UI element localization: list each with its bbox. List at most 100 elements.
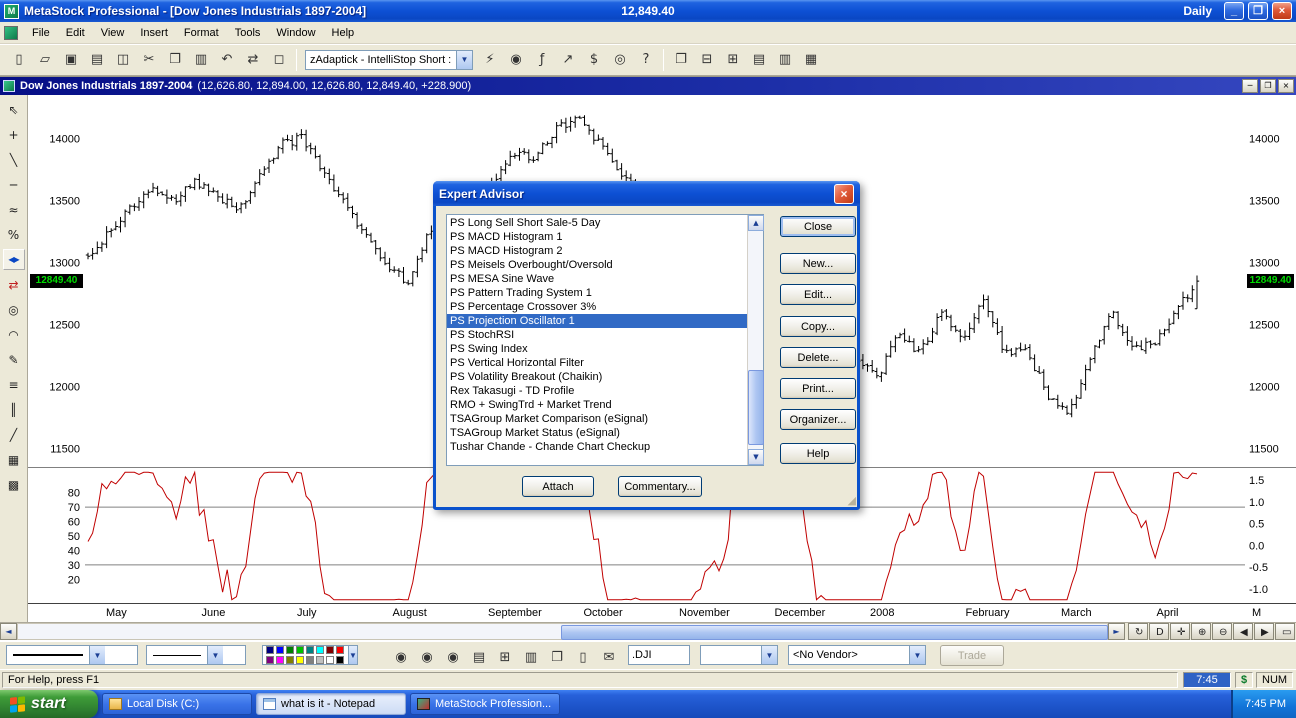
menu-item[interactable]: Window [268,24,323,42]
tile-vertical-icon[interactable]: ⊞ [721,48,745,72]
copy-icon[interactable]: ❐ [163,48,187,72]
arc-tool[interactable]: ◠ [3,324,25,345]
mail-icon[interactable]: ✉ [597,645,621,669]
chevron-down-icon[interactable]: ▼ [207,646,223,664]
downloader-icon[interactable]: $ [582,48,606,72]
report-icon[interactable]: ▤ [467,645,491,669]
pages-icon[interactable]: ❐ [545,645,569,669]
cascade-windows-icon[interactable]: ❐ [669,48,693,72]
expert-list-item[interactable]: PS MACD Histogram 2 [447,244,747,258]
new-button[interactable]: New... [780,253,856,274]
dialog-titlebar[interactable]: Expert Advisor × [433,181,860,206]
scroll-left-icon[interactable]: ◀ [1233,623,1253,640]
save-icon[interactable]: ▣ [59,48,83,72]
edit-button[interactable]: Edit... [780,284,856,305]
ellipse-tool[interactable]: ◎ [3,299,25,320]
hscrollbar-thumb[interactable] [561,625,1108,640]
scroll-arrows-tool[interactable]: ◀▶ [3,249,25,270]
color-swatch[interactable] [306,646,314,654]
expert-list-item[interactable]: TSAGroup Market Status (eSignal) [447,426,747,440]
pencil-tool[interactable]: ✎ [3,349,25,370]
pattern-tool[interactable]: ▩ [3,474,25,495]
menu-item[interactable]: View [93,24,133,42]
speed-lines-tool[interactable]: ╱ [3,424,25,445]
expert-list-item[interactable]: PS Swing Index [447,342,747,356]
close-dialog-button[interactable]: Close [780,216,856,237]
help-button[interactable]: Help [780,443,856,464]
expert-list-item[interactable]: PS Meisels Overbought/Oversold [447,258,747,272]
color-swatch[interactable] [266,646,274,654]
organizer-button[interactable]: Organizer... [780,409,856,430]
expert-list-item[interactable]: PS Vertical Horizontal Filter [447,356,747,370]
chart-restore-button[interactable]: ❐ [1260,79,1276,93]
delete-button[interactable]: Delete... [780,347,856,368]
start-button[interactable]: start [0,690,98,718]
color-swatch[interactable] [336,656,344,664]
layout-icon[interactable]: ▦ [799,48,823,72]
chevron-down-icon[interactable]: ▼ [348,646,357,664]
chart-titlebar[interactable]: Dow Jones Industrials 1897-2004 (12,626.… [0,77,1296,95]
pointer-tool[interactable]: ⇖ [3,99,25,120]
color-picker-combo[interactable]: ▼ [262,645,358,665]
expert-list-item[interactable]: PS StochRSI [447,328,747,342]
menu-item[interactable]: Edit [58,24,93,42]
menu-item[interactable]: Format [176,24,227,42]
undo-icon[interactable]: ↶ [215,48,239,72]
chevron-down-icon[interactable]: ▼ [456,51,472,69]
taskbar-task-local-disk[interactable]: Local Disk (C:) [102,693,252,715]
menu-item[interactable]: Tools [227,24,269,42]
web-news-icon[interactable]: ◉ [415,645,439,669]
list-scrollbar-thumb[interactable] [748,370,764,445]
chevron-down-icon[interactable]: ▼ [761,646,777,664]
menu-item[interactable]: File [24,24,58,42]
chevron-down-icon[interactable]: ▼ [89,646,105,664]
color-swatch[interactable] [276,646,284,654]
explorer-icon[interactable]: ◎ [608,48,632,72]
print-icon[interactable]: ▤ [85,48,109,72]
minimize-button[interactable]: _ [1224,2,1244,20]
magnifier-icon[interactable]: ◉ [504,48,528,72]
trade-button[interactable]: Trade [940,645,1004,666]
app-titlebar[interactable]: M MetaStock Professional - [Dow Jones In… [0,0,1296,22]
scroll-up-icon[interactable]: ▲ [748,215,764,231]
symbol-input[interactable] [628,645,690,665]
arrange-icons-icon[interactable]: ▤ [747,48,771,72]
new-chart-icon[interactable]: ▯ [7,48,31,72]
color-swatch[interactable] [286,656,294,664]
copy-button[interactable]: Copy... [780,316,856,337]
shift-chart-icon[interactable]: ⇄ [241,48,265,72]
expert-list-item[interactable]: PS MACD Histogram 1 [447,230,747,244]
expert-list-item[interactable]: TSAGroup Market Comparison (eSignal) [447,412,747,426]
blank-page-icon[interactable]: ▯ [571,645,595,669]
menu-item[interactable]: Insert [132,24,176,42]
color-swatch[interactable] [316,646,324,654]
scroll-right-arrow[interactable]: ► [1108,623,1125,640]
tile-horizontal-icon[interactable]: ⊟ [695,48,719,72]
context-help-icon[interactable]: ? [634,48,658,72]
scroll-down-icon[interactable]: ▼ [748,449,764,465]
zoom-in-icon[interactable]: ⊕ [1191,623,1211,640]
color-swatch[interactable] [296,646,304,654]
color-swatch[interactable] [326,656,334,664]
print-button[interactable]: Print... [780,378,856,399]
scroll-left-arrow[interactable]: ◄ [0,623,17,640]
expert-list-item[interactable]: PS Long Sell Short Sale-5 Day [447,216,747,230]
chart-close-button[interactable]: × [1278,79,1294,93]
commentary-button[interactable]: Commentary... [618,476,702,497]
attach-button[interactable]: Attach [522,476,594,497]
hscrollbar-track[interactable] [17,623,1108,640]
crosshair-pointer-icon[interactable]: ✛ [1170,623,1190,640]
resize-grip[interactable]: ◢ [848,494,856,507]
close-button[interactable]: × [1272,2,1292,20]
cut-icon[interactable]: ✂ [137,48,161,72]
print-preview-icon[interactable]: ◫ [111,48,135,72]
taskbar-task-notepad[interactable]: what is it - Notepad [256,693,406,715]
color-swatch[interactable] [286,646,294,654]
tile-pages-icon[interactable]: ▥ [519,645,543,669]
paste-icon[interactable]: ▥ [189,48,213,72]
expert-combo[interactable]: zAdaptick - IntelliStop Short : ▼ [305,50,473,70]
line-width-combo[interactable]: ▼ [146,645,246,665]
expert-list-item[interactable]: PS Volatility Breakout (Chaikin) [447,370,747,384]
zoom-out-icon[interactable]: ⊖ [1212,623,1232,640]
color-swatch[interactable] [266,656,274,664]
